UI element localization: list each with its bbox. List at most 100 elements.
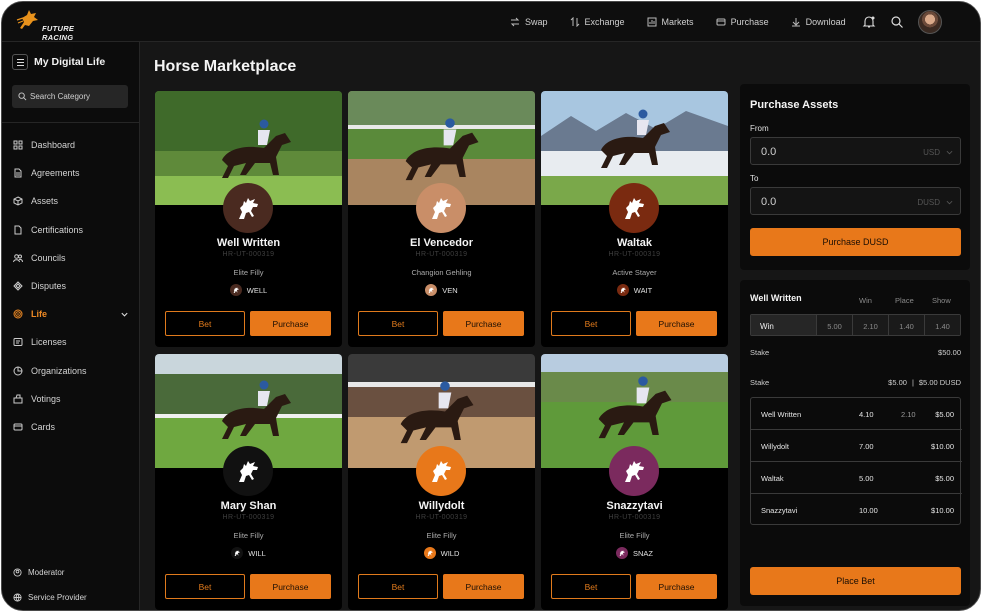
sidebar: My Digital Life Search Category Dashboar…: [2, 42, 140, 610]
horse-tag-label: WILL: [248, 548, 266, 558]
table-row[interactable]: Snazzytavi 10.00 $10.00: [751, 494, 962, 526]
sidebar-item-disputes[interactable]: Disputes: [13, 272, 133, 300]
sidebar-item-dashboard[interactable]: Dashboard: [13, 131, 133, 159]
horse-card-well-written[interactable]: Well Written HR-UT-000319 Elite Filly WE…: [155, 91, 342, 347]
odds-cell[interactable]: 5.00: [816, 315, 852, 335]
purchase-button[interactable]: Purchase: [250, 311, 331, 336]
horse-name: Well Written: [216, 237, 281, 249]
nav-markets[interactable]: Markets: [647, 17, 694, 27]
bet-button[interactable]: Bet: [551, 574, 631, 599]
search-icon[interactable]: [890, 15, 904, 29]
place-bet-button[interactable]: Place Bet: [750, 567, 961, 595]
bet-amount: $5.00: [935, 410, 954, 419]
chevron-down-icon[interactable]: [946, 199, 953, 206]
odds-cell[interactable]: 1.40: [888, 315, 924, 335]
table-row[interactable]: Willydolt 7.00 $10.00: [751, 430, 962, 462]
sidebar-item-label: Certifications: [31, 224, 84, 235]
purchase-button[interactable]: Purchase: [636, 311, 717, 336]
category-search-input[interactable]: Search Category: [12, 85, 128, 108]
purchase-button[interactable]: Purchase: [250, 574, 331, 599]
sidebar-title: My Digital Life: [34, 56, 106, 68]
odds-cell[interactable]: 1.40: [924, 315, 960, 335]
chart-icon: [647, 17, 657, 27]
table-row[interactable]: Well Written 4.10 2.10 $5.00: [751, 398, 962, 430]
horse-icon: [619, 193, 649, 223]
odds-cell[interactable]: 2.10: [852, 315, 888, 335]
column-show: Show: [932, 296, 951, 305]
nav-purchase[interactable]: Purchase: [716, 17, 769, 27]
purchase-button[interactable]: Purchase: [443, 574, 524, 599]
horse-type: Elite Filly: [426, 531, 457, 540]
sidebar-item-agreements[interactable]: Agreements: [13, 159, 133, 187]
sidebar-item-certifications[interactable]: Certifications: [13, 216, 133, 244]
sidebar-item-organizations[interactable]: Organizations: [13, 357, 133, 385]
bets-table: Well Written 4.10 2.10 $5.00 Willydolt 7…: [750, 397, 962, 526]
purchase-dusd-button[interactable]: Purchase DUSD: [750, 228, 961, 256]
chevron-down-icon[interactable]: [946, 149, 953, 156]
nav-exchange[interactable]: Exchange: [570, 17, 625, 27]
to-amount-field[interactable]: 0.0 DUSD: [750, 187, 961, 215]
sidebar-item-cards[interactable]: Cards: [13, 413, 133, 441]
download-icon: [791, 18, 800, 27]
sidebar-footer-moderator[interactable]: Moderator: [13, 568, 64, 577]
bet-button[interactable]: Bet: [551, 311, 631, 336]
app-window: FUTURE RACING Swap Exchange Markets Purc…: [1, 1, 981, 611]
nav-download[interactable]: Download: [791, 17, 846, 27]
horse-icon: [426, 193, 456, 223]
horse-card-mary-shan[interactable]: Mary Shan HR-UT-000319 Elite Filly WILL …: [155, 354, 342, 610]
bet-button[interactable]: Bet: [358, 574, 438, 599]
table-row[interactable]: Waltak 5.00 $5.00: [751, 462, 962, 494]
cart-icon: [716, 18, 726, 26]
horse-icon: [233, 456, 263, 486]
search-placeholder: Search Category: [30, 92, 91, 101]
horse-type: Active Stayer: [612, 268, 657, 277]
nav-swap[interactable]: Swap: [510, 17, 548, 27]
horse-tag-label: VEN: [442, 285, 458, 295]
grid-icon: [13, 140, 23, 150]
horse-id: HR-UT-000319: [415, 251, 468, 258]
horse-type: Elite Filly: [233, 531, 264, 540]
horse-avatar-badge: [609, 183, 659, 233]
horse-card-willydolt[interactable]: Willydolt HR-UT-000319 Elite Filly WILD …: [348, 354, 535, 610]
sidebar-item-label: Licenses: [31, 337, 67, 348]
bet-button[interactable]: Bet: [165, 574, 245, 599]
sidebar-item-life[interactable]: Life: [13, 300, 133, 328]
brand-logo[interactable]: FUTURE RACING: [16, 8, 106, 42]
horse-card-waltak[interactable]: Waltak HR-UT-000319 Active Stayer WAIT B…: [541, 91, 728, 347]
bet-button[interactable]: Bet: [358, 311, 438, 336]
exchange-icon: [570, 17, 579, 27]
stake-value: $50.00: [938, 348, 961, 357]
horse-card-el-vencedor[interactable]: El Vencedor HR-UT-000319 Changion Gehlin…: [348, 91, 535, 347]
purchase-assets-panel: Purchase Assets From 0.0 USD To 0.0 DUSD…: [740, 84, 970, 270]
horse-id: HR-UT-000319: [608, 514, 661, 521]
sidebar-footer-label: Service Provider: [28, 593, 87, 602]
search-icon: [18, 92, 27, 101]
sidebar-item-votings[interactable]: Votings: [13, 385, 133, 413]
sidebar-item-councils[interactable]: Councils: [13, 244, 133, 272]
top-bar: FUTURE RACING Swap Exchange Markets Purc…: [2, 2, 980, 42]
sidebar-item-licenses[interactable]: Licenses: [13, 328, 133, 356]
bet-button[interactable]: Bet: [165, 311, 245, 336]
menu-toggle-button[interactable]: [12, 54, 28, 70]
sidebar-footer-service-provider[interactable]: Service Provider: [13, 593, 87, 602]
horse-card-snazzytavi[interactable]: Snazzytavi HR-UT-000319 Elite Filly SNAZ…: [541, 354, 728, 610]
stake2-values: $5.00 | $5.00 DUSD: [888, 378, 961, 387]
bell-icon[interactable]: [862, 15, 876, 29]
from-value: 0.0: [761, 146, 777, 158]
to-value: 0.0: [761, 196, 777, 208]
horse-name: Willydolt: [418, 500, 465, 512]
nav-markets-label: Markets: [661, 17, 694, 27]
page-title: Horse Marketplace: [154, 58, 297, 75]
purchase-button[interactable]: Purchase: [636, 574, 717, 599]
chevron-down-icon[interactable]: [120, 310, 129, 319]
horse-id: HR-UT-000319: [222, 251, 275, 258]
sidebar-item-assets[interactable]: Assets: [13, 187, 133, 215]
to-label: To: [750, 174, 759, 183]
from-amount-field[interactable]: 0.0 USD: [750, 137, 961, 165]
horse-id: HR-UT-000319: [415, 514, 468, 521]
horse-avatar-badge: [223, 183, 273, 233]
stake2-value: $5.00: [888, 378, 907, 387]
user-avatar[interactable]: [918, 10, 942, 34]
purchase-button[interactable]: Purchase: [443, 311, 524, 336]
bet-odd: 10.00: [859, 506, 878, 515]
